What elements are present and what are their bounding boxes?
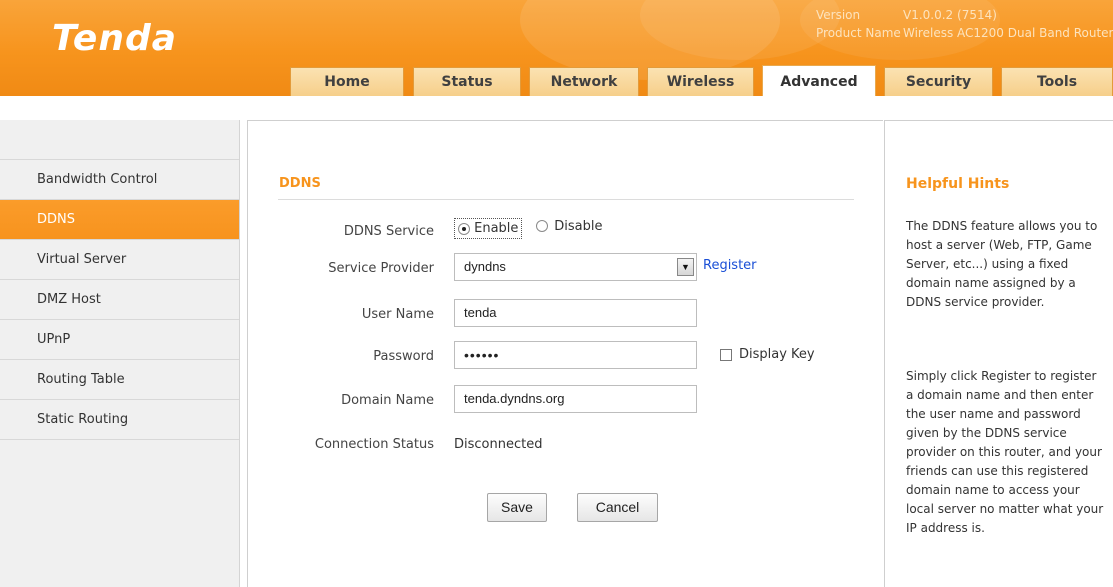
service-provider-row: Service Provider dyndns ▼ Register [248, 253, 884, 287]
password-input[interactable]: •••••• [454, 341, 697, 369]
tab-home[interactable]: Home [290, 67, 404, 96]
sidebar-item-dmz-host[interactable]: DMZ Host [0, 280, 239, 320]
connection-status-row: Connection Status Disconnected [248, 429, 884, 463]
ddns-service-radios: Enable Disable [454, 218, 610, 239]
hints-title: Helpful Hints [906, 176, 1010, 192]
device-info-labels: Version Product Name [816, 6, 901, 42]
enable-label: Enable [474, 221, 519, 236]
product-name-label: Product Name [816, 26, 901, 40]
chevron-down-icon[interactable]: ▼ [677, 258, 694, 276]
display-key-label: Display Key [739, 347, 815, 362]
password-label: Password [373, 349, 434, 364]
title-divider [278, 199, 854, 200]
sidebar-item-bandwidth-control[interactable]: Bandwidth Control [0, 160, 239, 200]
sidebar-item-ddns[interactable]: DDNS [0, 200, 239, 240]
ddns-service-label: DDNS Service [343, 224, 434, 239]
service-provider-control: dyndns ▼ Register [454, 253, 757, 281]
cancel-button[interactable]: Cancel [577, 493, 658, 522]
domain-name-row: Domain Name tenda.dyndns.org [248, 385, 884, 419]
tab-wireless[interactable]: Wireless [647, 67, 754, 96]
sidebar-item-static-routing[interactable]: Static Routing [0, 400, 239, 440]
display-key-checkbox[interactable] [720, 348, 732, 361]
page-title: DDNS [279, 176, 321, 191]
user-name-input[interactable]: tenda [454, 299, 697, 327]
header: Tenda Version Product Name V1.0.0.2 (751… [0, 0, 1113, 96]
connection-status-value: Disconnected [454, 437, 543, 452]
save-button[interactable]: Save [487, 493, 547, 522]
tenda-logo: Tenda [52, 18, 178, 59]
product-name-value: Wireless AC1200 Dual Band Router [903, 26, 1113, 40]
register-link[interactable]: Register [703, 258, 757, 273]
device-info-values: V1.0.0.2 (7514) Wireless AC1200 Dual Ban… [903, 6, 1113, 42]
service-provider-label: Service Provider [328, 261, 434, 276]
sidebar-item-routing-table[interactable]: Routing Table [0, 360, 239, 400]
display-key-option[interactable]: Display Key [720, 347, 815, 362]
sidebar-item-upnp[interactable]: UPnP [0, 320, 239, 360]
disable-radio[interactable] [536, 220, 549, 232]
tab-network[interactable]: Network [529, 67, 639, 96]
disable-label: Disable [554, 218, 603, 234]
tab-advanced[interactable]: Advanced [762, 65, 876, 96]
sidebar: Bandwidth Control DDNS Virtual Server DM… [0, 120, 240, 587]
user-name-control: tenda [454, 299, 697, 327]
version-label: Version [816, 8, 861, 22]
disable-option[interactable]: Disable [536, 219, 602, 234]
enable-radio[interactable] [458, 222, 470, 235]
service-provider-select[interactable]: dyndns ▼ [454, 253, 697, 281]
helpful-hints-panel: Helpful Hints The DDNS feature allows yo… [884, 120, 1113, 587]
tab-status[interactable]: Status [413, 67, 521, 96]
service-provider-value: dyndns [464, 259, 506, 274]
hints-paragraph-1: The DDNS feature allows you to host a se… [906, 219, 1098, 309]
domain-name-control: tenda.dyndns.org [454, 385, 697, 413]
sidebar-spacer [0, 120, 239, 160]
password-row: Password •••••• Display Key [248, 341, 884, 375]
ddns-panel: DDNS DDNS Service Enable Disable Service… [247, 120, 883, 587]
sidebar-item-virtual-server[interactable]: Virtual Server [0, 240, 239, 280]
version-value: V1.0.0.2 (7514) [903, 8, 997, 22]
user-name-row: User Name tenda [248, 299, 884, 333]
domain-name-label: Domain Name [341, 393, 434, 408]
tab-security[interactable]: Security [884, 67, 993, 96]
hints-paragraph-2: Simply click Register to register a doma… [906, 369, 1104, 535]
domain-name-input[interactable]: tenda.dyndns.org [454, 385, 697, 413]
tab-tools[interactable]: Tools [1001, 67, 1113, 96]
ddns-service-row: DDNS Service Enable Disable [248, 216, 884, 250]
user-name-label: User Name [361, 307, 434, 322]
focus-ring: Enable [454, 218, 523, 239]
enable-option[interactable]: Enable [454, 218, 524, 239]
password-control: •••••• Display Key [454, 341, 815, 369]
connection-status-label: Connection Status [314, 437, 434, 452]
